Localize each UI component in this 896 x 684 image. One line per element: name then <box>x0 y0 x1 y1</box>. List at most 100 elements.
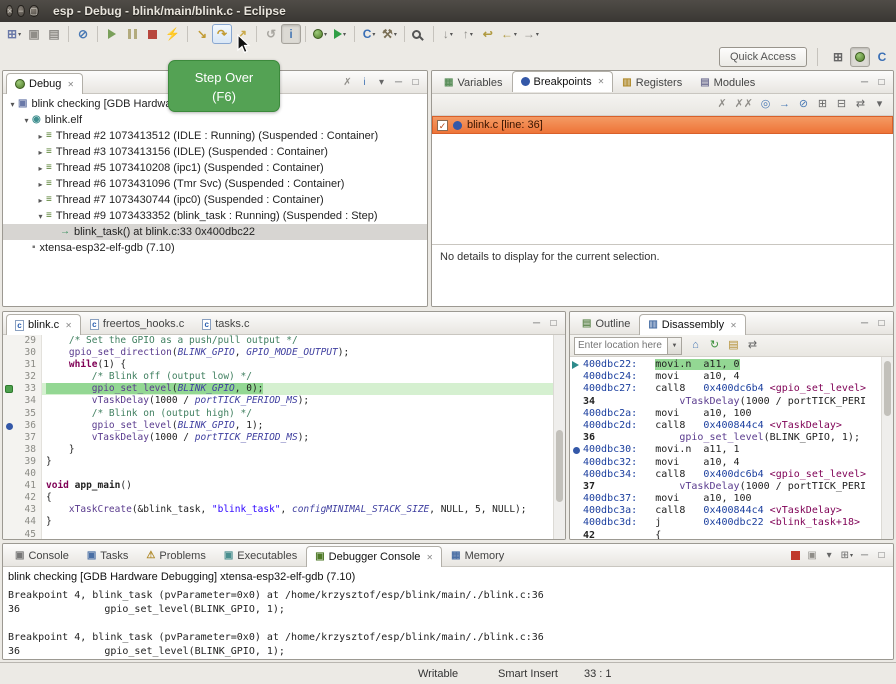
close-tab-icon[interactable]: ✕ <box>65 321 72 330</box>
tab-debugger-console[interactable]: ▣Debugger Console✕ <box>306 546 442 567</box>
code-editor[interactable]: 29 /* Set the GPIO as a push/pull output… <box>3 335 553 539</box>
next-annotation-button[interactable]: ↓▾ <box>438 24 458 44</box>
editor-ruler[interactable] <box>3 504 16 516</box>
editor-line[interactable]: 40 <box>3 468 553 480</box>
search-button[interactable] <box>409 24 429 44</box>
editor-line[interactable]: 44} <box>3 516 553 528</box>
breakpoint-row[interactable]: ✓ blink.c [line: 36] <box>432 116 893 134</box>
show-supported-breakpoints-button[interactable]: ◎ <box>756 96 775 114</box>
next-annotation-menu-arrow[interactable]: ▾ <box>450 31 453 38</box>
disassembly-line[interactable]: 400dbc3a: call8 0x400844c4 <vTaskDelay> <box>570 505 881 517</box>
editor-line[interactable]: 35 /* Blink on (output high) */ <box>3 408 553 420</box>
editor-line[interactable]: 43 xTaskCreate(&blink_task, "blink_task"… <box>3 504 553 516</box>
new-cpp-project-button[interactable]: C▾ <box>359 24 379 44</box>
save-button[interactable]: ▣ <box>24 24 44 44</box>
debug-tree-item[interactable]: ▪xtensa-esp32-elf-gdb (7.10) <box>3 240 427 256</box>
editor-line[interactable]: 36 gpio_set_level(BLINK_GPIO, 1); <box>3 420 553 432</box>
debug-menu-arrow[interactable]: ▾ <box>324 31 327 38</box>
goto-file-for-breakpoint-button[interactable]: → <box>775 96 794 114</box>
disassembly-scrollbar-thumb[interactable] <box>884 361 891 416</box>
minimize-debug-button[interactable]: ─ <box>390 74 407 91</box>
cpp-perspective-button[interactable]: C <box>872 47 892 67</box>
quick-access-button[interactable]: Quick Access <box>719 47 807 67</box>
minimize-breakpoints-button[interactable]: ─ <box>856 74 873 91</box>
disassembly-line[interactable]: 400dbc37: movi a10, 100 <box>570 493 881 505</box>
maximize-console-button[interactable]: □ <box>873 547 890 564</box>
pin-console-button[interactable]: ▣ <box>804 547 821 564</box>
tab-problems[interactable]: ⚠Problems <box>137 545 214 566</box>
editor-body[interactable]: 29 /* Set the GPIO as a push/pull output… <box>3 335 565 539</box>
editor-ruler[interactable] <box>3 395 16 407</box>
breakpoint-checkbox[interactable]: ✓ <box>437 120 448 131</box>
collapse-all-button[interactable]: ⊟ <box>832 96 851 114</box>
disassembly-line[interactable]: 400dbc34: call8 0x400dc6b4 <gpio_set_lev… <box>570 469 881 481</box>
debug-tree-item[interactable]: ▸≡Thread #5 1073410208 (ipc1) (Suspended… <box>3 160 427 176</box>
tree-expander-icon[interactable]: ▾ <box>7 100 18 109</box>
disassembly-line[interactable]: 400dbc22: movi.n a11, 0 <box>570 359 881 371</box>
last-edit-location-button[interactable]: ↩ <box>478 24 498 44</box>
minimize-disassembly-button[interactable]: ─ <box>856 315 873 332</box>
close-tab-icon[interactable]: ✕ <box>730 321 737 330</box>
terminate-console-button[interactable] <box>787 547 804 564</box>
step-over-button[interactable]: ↷ <box>212 24 232 44</box>
close-tab-icon[interactable]: ✕ <box>426 553 433 562</box>
disassembly-line[interactable]: 34 vTaskDelay(1000 / portTICK_PERI <box>570 396 881 408</box>
disassembly-line[interactable]: 42 { <box>570 530 881 539</box>
minimize-button[interactable]: − <box>17 5 24 17</box>
link-with-debug-view-button[interactable]: ⇄ <box>851 96 870 114</box>
minimize-console-button[interactable]: ─ <box>856 547 873 564</box>
editor-ruler[interactable] <box>3 444 16 456</box>
tree-expander-icon[interactable]: ▸ <box>35 180 46 189</box>
display-selected-console-button[interactable]: ▾ <box>821 547 838 564</box>
debug-perspective-button[interactable] <box>850 47 870 67</box>
remove-breakpoint-button[interactable]: ✗ <box>713 96 732 114</box>
disassembly-scrollbar[interactable] <box>881 357 893 539</box>
maximize-breakpoints-button[interactable]: □ <box>873 74 890 91</box>
editor-scrollbar[interactable] <box>553 335 565 539</box>
suspend-button[interactable] <box>122 24 142 44</box>
tab-variables[interactable]: ▦Variables <box>435 72 512 93</box>
debug-tree-item[interactable]: ▸≡Thread #3 1073413156 (IDLE) (Suspended… <box>3 144 427 160</box>
tab-debug[interactable]: Debug✕ <box>6 73 83 94</box>
editor-ruler[interactable] <box>3 335 16 347</box>
editor-ruler[interactable] <box>3 347 16 359</box>
new-cpp-project-menu-arrow[interactable]: ▾ <box>372 31 375 38</box>
editor-ruler[interactable] <box>3 359 16 371</box>
forward-menu-arrow[interactable]: ▾ <box>536 31 539 38</box>
breakpoints-view-menu-button[interactable]: ▾ <box>870 96 889 114</box>
editor-ruler[interactable] <box>3 468 16 480</box>
editor-line[interactable]: 32 /* Blink off (output low) */ <box>3 371 553 383</box>
debug-view-menu-button[interactable]: ▾ <box>373 74 390 91</box>
new-button[interactable]: ⊞▾ <box>4 24 24 44</box>
editor-line[interactable]: 39} <box>3 456 553 468</box>
editor-scrollbar-thumb[interactable] <box>556 430 563 502</box>
disassembly-line[interactable]: 400dbc3d: j 0x400dbc22 <blink_task+18> <box>570 517 881 529</box>
sync-with-debug-button[interactable]: ⇄ <box>743 337 762 355</box>
resume-button[interactable] <box>102 24 122 44</box>
run-menu-arrow[interactable]: ▾ <box>343 31 346 38</box>
close-button[interactable]: × <box>6 5 13 17</box>
debug-button[interactable]: ▾ <box>310 24 330 44</box>
editor-ruler[interactable] <box>3 480 16 492</box>
minimize-editor-button[interactable]: ─ <box>528 315 545 332</box>
editor-line[interactable]: 30 gpio_set_direction(BLINK_GPIO, GPIO_M… <box>3 347 553 359</box>
editor-ruler[interactable] <box>3 456 16 468</box>
editor-ruler[interactable] <box>3 516 16 528</box>
tab-freertos-hooks-c[interactable]: cfreertos_hooks.c <box>81 313 193 334</box>
remove-all-terminated-button[interactable]: ✗ <box>339 74 356 91</box>
tree-expander-icon[interactable]: ▸ <box>35 148 46 157</box>
breakpoint-ruler[interactable] <box>3 420 16 432</box>
remove-all-breakpoints-button[interactable]: ✗✗ <box>732 96 756 114</box>
open-console-menu-arrow[interactable]: ▾ <box>850 552 853 559</box>
print-button[interactable]: ▤ <box>44 24 64 44</box>
editor-line[interactable]: 42{ <box>3 492 553 504</box>
run-button[interactable]: ▾ <box>330 24 350 44</box>
editor-line[interactable]: 29 /* Set the GPIO as a push/pull output… <box>3 335 553 347</box>
tab-executables[interactable]: ▣Executables <box>215 545 306 566</box>
tab-memory[interactable]: ▦Memory <box>442 545 513 566</box>
editor-line[interactable]: 38 } <box>3 444 553 456</box>
build-button[interactable]: ⚒▾ <box>379 24 400 44</box>
editor-line[interactable]: 41void app_main() <box>3 480 553 492</box>
editor-line[interactable]: 34 vTaskDelay(1000 / portTICK_PERIOD_MS)… <box>3 395 553 407</box>
tab-modules[interactable]: ▤Modules <box>691 72 764 93</box>
